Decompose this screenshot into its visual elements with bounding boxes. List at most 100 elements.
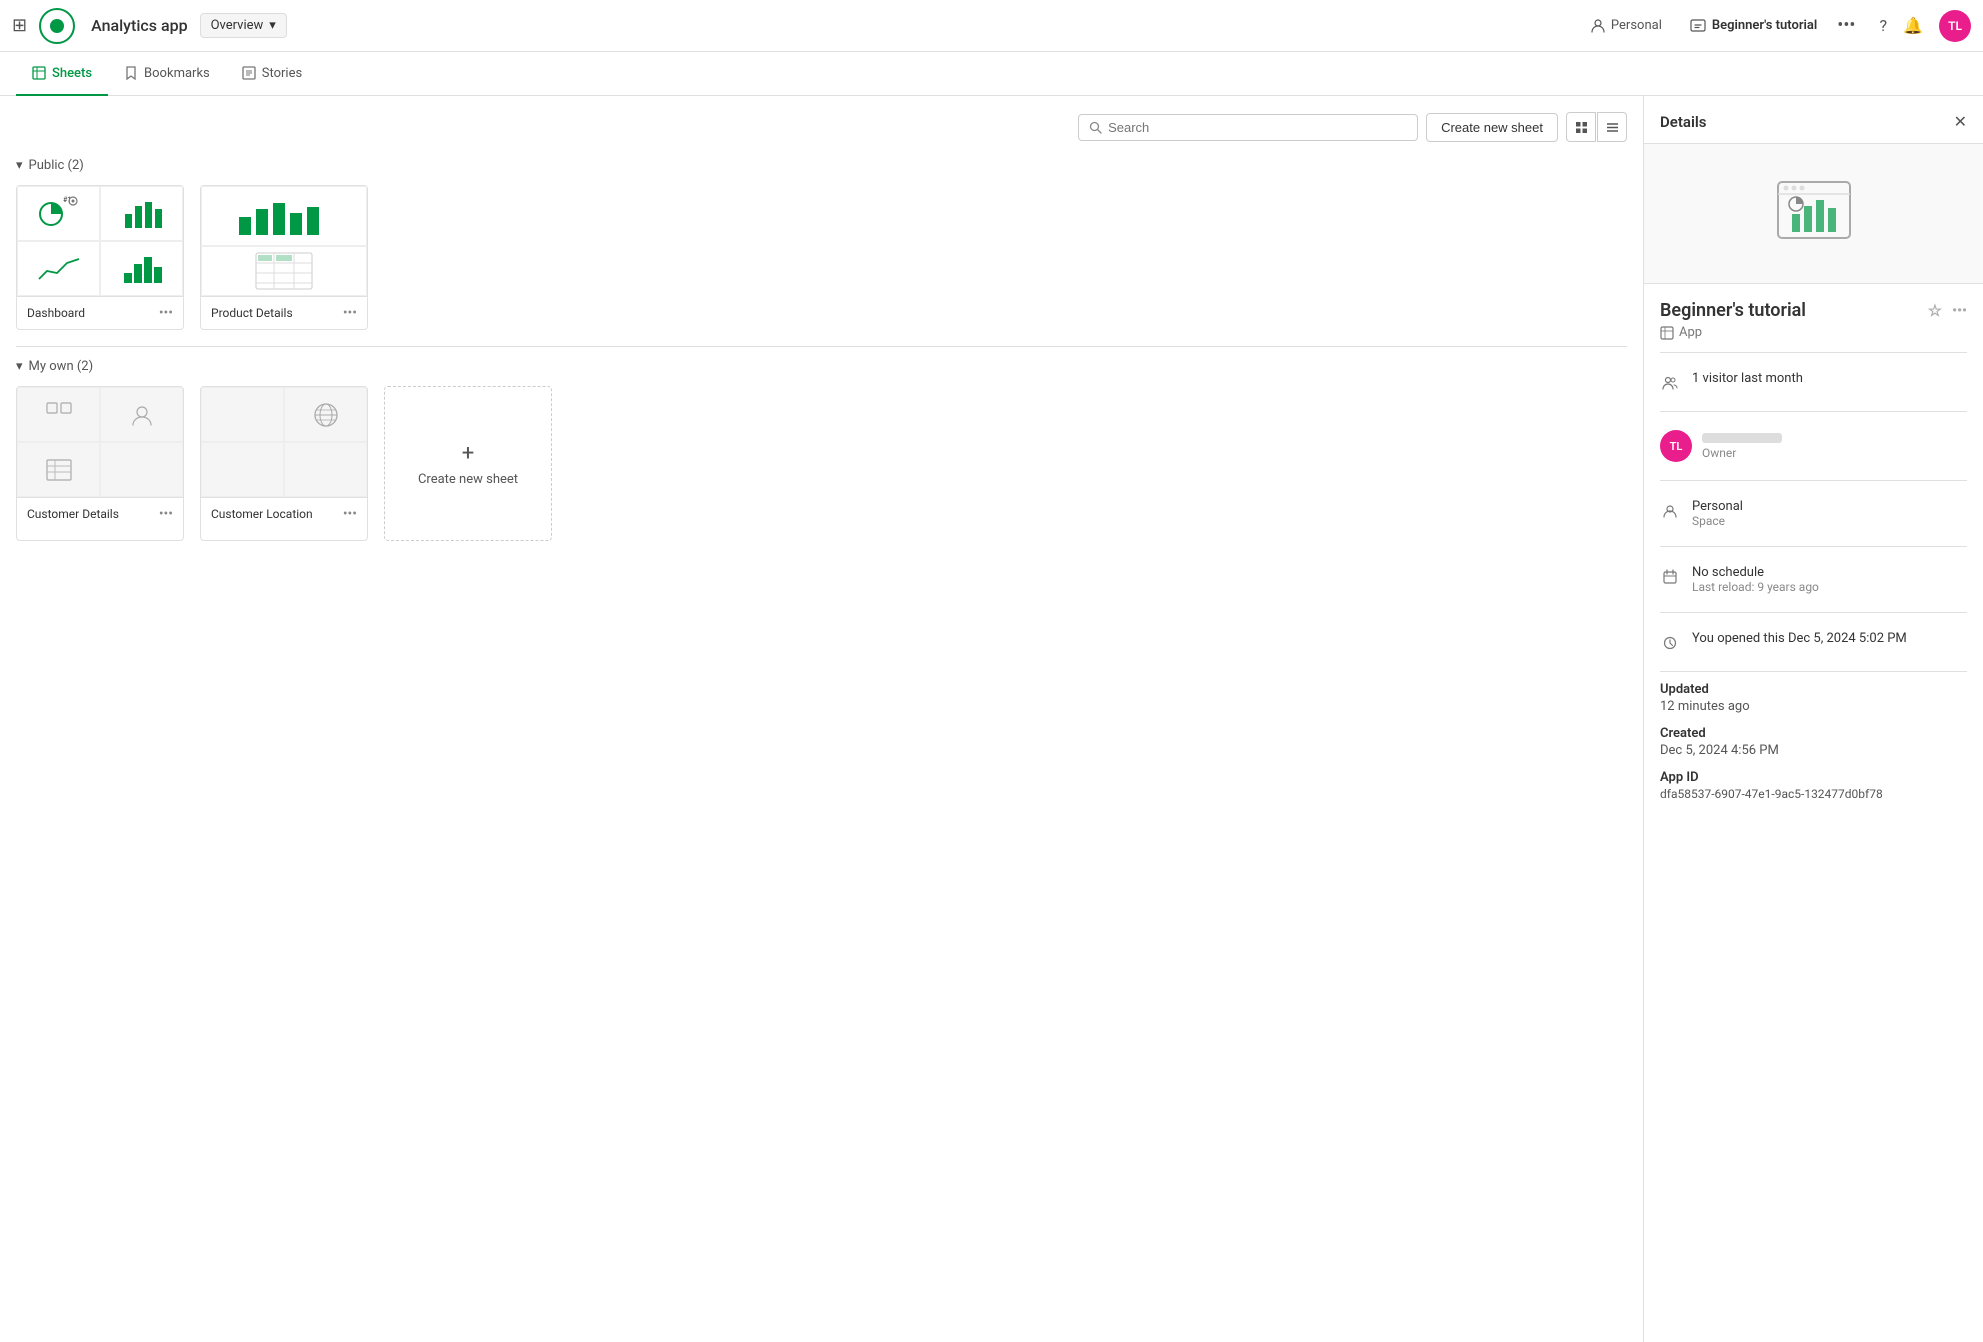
- overview-label: Overview: [211, 18, 264, 33]
- chevron-down-icon: ▾: [269, 18, 276, 33]
- thumb-chart-1: #1: [37, 194, 81, 234]
- owner-role: Owner: [1702, 446, 1782, 460]
- details-app-actions: ☆ •••: [1928, 301, 1967, 320]
- content-area: Create new sheet: [0, 96, 1643, 1342]
- details-divider-2: [1660, 411, 1967, 412]
- updated-val: 12 minutes ago: [1660, 699, 1967, 714]
- details-close-button[interactable]: ✕: [1954, 112, 1967, 131]
- stories-tab-icon: [242, 66, 256, 80]
- thumb-chart-3: [37, 251, 81, 287]
- details-divider-3: [1660, 480, 1967, 481]
- public-section-header[interactable]: ▾ Public (2): [16, 158, 1627, 173]
- details-divider-5: [1660, 612, 1967, 613]
- thumb-chart-4: [120, 249, 164, 289]
- myown-section-header[interactable]: ▾ My own (2): [16, 359, 1627, 374]
- customer-location-name: Customer Location: [211, 507, 313, 521]
- person-icon: [1590, 18, 1606, 34]
- app-type-icon: [1660, 326, 1674, 340]
- owner-avatar: TL: [1660, 430, 1692, 462]
- sheets-tab-icon: [32, 66, 46, 80]
- grid-view-icon: [1575, 121, 1588, 134]
- details-divider-1: [1660, 352, 1967, 353]
- customer-details-more-icon[interactable]: •••: [159, 506, 173, 522]
- stories-tab-label: Stories: [262, 66, 302, 81]
- schedule-sub: Last reload: 9 years ago: [1692, 580, 1819, 594]
- history-icon: [1660, 633, 1680, 653]
- collapse-icon: ▾: [16, 158, 23, 173]
- help-icon[interactable]: ?: [1880, 16, 1888, 35]
- list-view-icon: [1606, 121, 1619, 134]
- dashboard-name: Dashboard: [27, 306, 85, 320]
- schedule-label: No schedule: [1692, 565, 1819, 580]
- create-sheet-button[interactable]: Create new sheet: [1426, 113, 1558, 142]
- details-body: Beginner's tutorial ☆ ••• App: [1644, 284, 1983, 829]
- preview-chart-icon: [1774, 178, 1854, 250]
- create-new-sheet-card[interactable]: + Create new sheet: [384, 386, 552, 541]
- sheet-card-product-details[interactable]: Product Details •••: [200, 185, 368, 330]
- qlik-logo[interactable]: [39, 8, 75, 44]
- list-view-button[interactable]: [1597, 112, 1627, 142]
- thumb-chart-2: [120, 194, 164, 234]
- public-section-label: Public (2): [29, 158, 84, 173]
- content-toolbar: Create new sheet: [16, 112, 1627, 142]
- thumb-table: [254, 251, 314, 291]
- details-app-type: App: [1660, 325, 1967, 340]
- dashboard-more-icon[interactable]: •••: [159, 305, 173, 321]
- space-row: Personal Space: [1660, 491, 1967, 536]
- grid-icon[interactable]: ⊞: [12, 15, 27, 36]
- bookmarks-tab-icon: [124, 66, 138, 80]
- personal-label: Personal: [1611, 18, 1662, 33]
- schedule-row: No schedule Last reload: 9 years ago: [1660, 557, 1967, 602]
- tab-bookmarks[interactable]: Bookmarks: [108, 52, 226, 96]
- topnav: ⊞ Analytics app Overview ▾ Personal Begi…: [0, 0, 1983, 52]
- customer-details-name: Customer Details: [27, 507, 119, 521]
- tab-sheets[interactable]: Sheets: [16, 52, 108, 96]
- search-icon: [1089, 121, 1102, 134]
- overview-dropdown[interactable]: Overview ▾: [200, 13, 287, 38]
- app-name: Analytics app: [91, 16, 188, 35]
- thumb-icon-3: [45, 456, 73, 484]
- owner-info: Owner: [1702, 433, 1782, 460]
- appid-key: App ID: [1660, 770, 1967, 785]
- tab-stories[interactable]: Stories: [226, 52, 318, 96]
- grid-view-button[interactable]: [1566, 112, 1596, 142]
- appid-val: dfa58537-6907-47e1-9ac5-132477d0bf78: [1660, 787, 1967, 801]
- more-options-icon[interactable]: •••: [1837, 15, 1855, 36]
- view-toggle: [1566, 112, 1627, 142]
- section-divider: [16, 346, 1627, 347]
- sheets-tab-label: Sheets: [52, 66, 92, 81]
- visitors-row: 1 visitor last month: [1660, 363, 1967, 401]
- details-app-type-label: App: [1679, 325, 1702, 340]
- space-icon: [1660, 501, 1680, 521]
- dashboard-thumbnail: #1: [17, 186, 183, 296]
- space-sub: Space: [1692, 514, 1743, 528]
- opened-label: You opened this Dec 5, 2024 5:02 PM: [1692, 631, 1907, 646]
- search-input[interactable]: [1108, 120, 1407, 135]
- customer-details-thumbnail: [17, 387, 183, 497]
- appid-row: App ID dfa58537-6907-47e1-9ac5-132477d0b…: [1660, 770, 1967, 801]
- owner-name-placeholder: [1702, 433, 1782, 443]
- bookmarks-tab-label: Bookmarks: [144, 66, 210, 81]
- sheet-card-dashboard[interactable]: #1: [16, 185, 184, 330]
- myown-section-label: My own (2): [29, 359, 94, 374]
- thumb-icon-2: [128, 401, 156, 429]
- sheet-card-customer-details[interactable]: Customer Details •••: [16, 386, 184, 541]
- avatar[interactable]: TL: [1939, 10, 1971, 42]
- sheet-card-customer-location[interactable]: Customer Location •••: [200, 386, 368, 541]
- details-panel-header: Details ✕: [1644, 96, 1983, 144]
- thumb-bar-chart: [234, 195, 334, 239]
- customer-location-footer: Customer Location •••: [201, 497, 367, 530]
- myown-sheets-grid: Customer Details •••: [16, 386, 1627, 541]
- customer-location-more-icon[interactable]: •••: [343, 506, 357, 522]
- search-box[interactable]: [1078, 114, 1418, 141]
- product-details-more-icon[interactable]: •••: [343, 305, 357, 321]
- star-icon[interactable]: ☆: [1928, 301, 1942, 320]
- product-details-thumbnail: [201, 186, 367, 296]
- tutorial-label: Beginner's tutorial: [1712, 18, 1817, 33]
- dashboard-footer: Dashboard •••: [17, 296, 183, 329]
- notifications-icon[interactable]: 🔔: [1903, 16, 1923, 35]
- tutorial-icon: [1690, 18, 1706, 34]
- created-key: Created: [1660, 726, 1967, 741]
- created-row: Created Dec 5, 2024 4:56 PM: [1660, 726, 1967, 758]
- details-more-icon[interactable]: •••: [1952, 303, 1967, 319]
